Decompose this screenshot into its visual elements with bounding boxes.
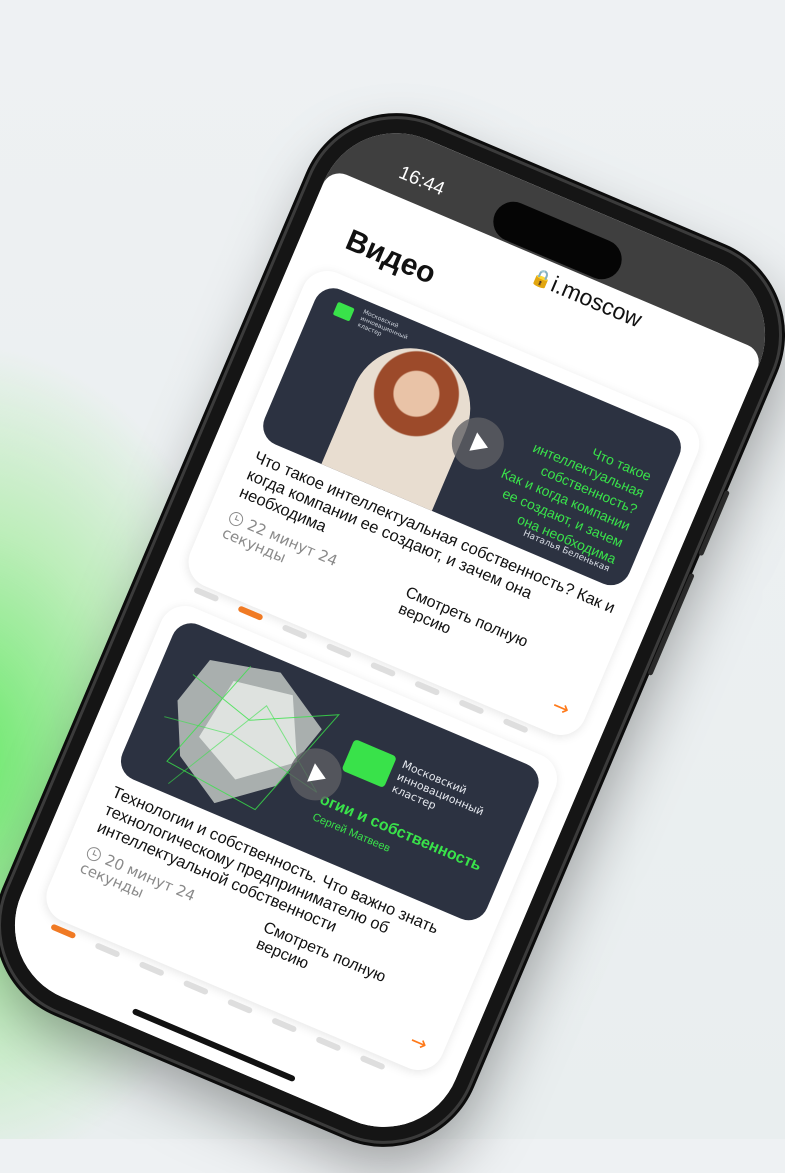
- play-icon: [307, 763, 330, 788]
- brand-logo-icon: [332, 301, 355, 322]
- side-button: [698, 489, 731, 557]
- phone-mockup: 16:44 🔒 i.moscow Видео Московский иннова…: [0, 90, 785, 1170]
- brand-logo-icon: [341, 738, 398, 789]
- page-content: Видео Московский инновационный кластер Ч…: [0, 200, 751, 1152]
- arrow-right-icon[interactable]: →: [407, 1028, 432, 1057]
- play-icon: [469, 432, 492, 458]
- brand-text: Московский инновационный кластер: [389, 758, 486, 819]
- arrow-right-icon[interactable]: →: [549, 693, 574, 722]
- brand-text: Московский инновационный кластер: [356, 308, 409, 342]
- status-time: 16:44: [395, 162, 448, 201]
- brand-logo: Московский инновационный кластер: [332, 298, 411, 347]
